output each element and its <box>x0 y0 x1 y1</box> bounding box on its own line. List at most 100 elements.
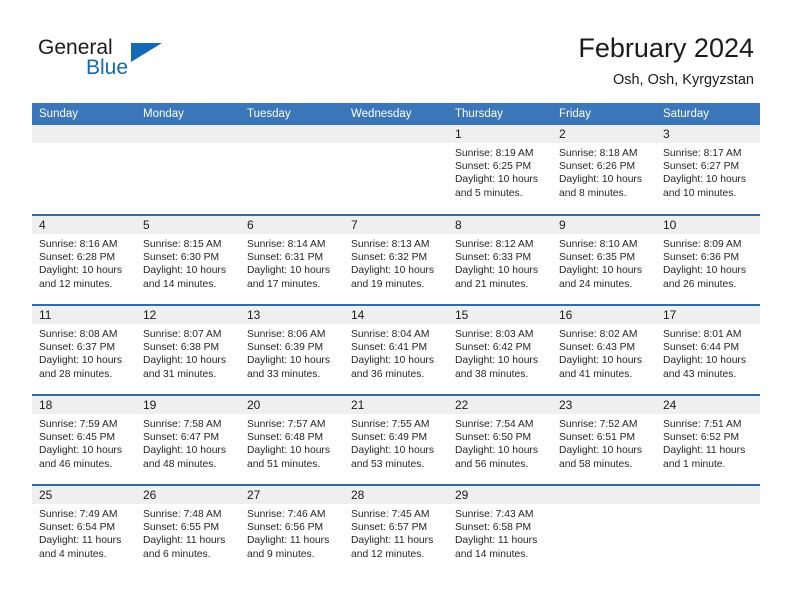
sunrise-text: Sunrise: 7:48 AM <box>143 509 222 520</box>
day-number: 20 <box>240 396 344 414</box>
calendar-day-cell[interactable]: 28 Sunrise: 7:45 AM Sunset: 6:57 PM Dayligh… <box>344 484 448 575</box>
daylight-text: Daylight: 10 hours and 31 minutes. <box>143 355 226 380</box>
calendar-day-cell[interactable]: 21 Sunrise: 7:55 AM Sunset: 6:49 PM Dayligh… <box>344 394 448 485</box>
calendar-day-cell[interactable]: 18 Sunrise: 7:59 AM Sunset: 6:45 PM Dayligh… <box>32 394 136 485</box>
daylight-text: Daylight: 10 hours and 28 minutes. <box>39 355 122 380</box>
sun-info: Sunrise: 8:02 AM Sunset: 6:43 PM Daylight:… <box>552 324 656 381</box>
calendar-day-cell[interactable]: 4 Sunrise: 8:16 AM Sunset: 6:28 PM Daylight… <box>32 214 136 305</box>
day-number: 18 <box>32 396 136 414</box>
sunrise-text: Sunrise: 8:13 AM <box>351 239 430 250</box>
day-number: 17 <box>656 306 760 324</box>
daylight-text: Daylight: 10 hours and 21 minutes. <box>455 265 538 290</box>
sun-info: Sunrise: 8:16 AM Sunset: 6:28 PM Daylight:… <box>32 234 136 291</box>
daylight-text: Daylight: 10 hours and 38 minutes. <box>455 355 538 380</box>
daylight-text: Daylight: 10 hours and 51 minutes. <box>247 445 330 470</box>
sunrise-text: Sunrise: 7:57 AM <box>247 419 326 430</box>
daylight-text: Daylight: 11 hours and 6 minutes. <box>143 535 226 560</box>
calendar-day-cell[interactable]: 7 Sunrise: 8:13 AM Sunset: 6:32 PM Daylight… <box>344 214 448 305</box>
day-number: 13 <box>240 306 344 324</box>
daylight-text: Daylight: 10 hours and 56 minutes. <box>455 445 538 470</box>
calendar-day-cell[interactable]: 3 Sunrise: 8:17 AM Sunset: 6:27 PM Daylight… <box>656 125 760 215</box>
calendar-day-cell[interactable]: 1 Sunrise: 8:19 AM Sunset: 6:25 PM Daylight… <box>448 125 552 215</box>
sunrise-text: Sunrise: 8:07 AM <box>143 329 222 340</box>
sunrise-text: Sunrise: 7:58 AM <box>143 419 222 430</box>
sunset-text: Sunset: 6:39 PM <box>247 342 324 354</box>
sunset-text: Sunset: 6:41 PM <box>351 342 428 354</box>
sun-info: Sunrise: 7:46 AM Sunset: 6:56 PM Daylight:… <box>240 504 344 561</box>
calendar-day-cell[interactable]: 24 Sunrise: 7:51 AM Sunset: 6:52 PM Dayligh… <box>656 394 760 485</box>
calendar-day-cell[interactable]: 26 Sunrise: 7:48 AM Sunset: 6:55 PM Dayligh… <box>136 484 240 575</box>
day-number: 21 <box>344 396 448 414</box>
day-number: 22 <box>448 396 552 414</box>
calendar-day-cell[interactable]: 23 Sunrise: 7:52 AM Sunset: 6:51 PM Dayligh… <box>552 394 656 485</box>
calendar-week-row: 11 Sunrise: 8:08 AM Sunset: 6:37 PM Dayligh… <box>32 304 760 395</box>
calendar-day-cell[interactable]: 13 Sunrise: 8:06 AM Sunset: 6:39 PM Dayligh… <box>240 304 344 395</box>
sunrise-text: Sunrise: 7:55 AM <box>351 419 430 430</box>
daylight-text: Daylight: 10 hours and 24 minutes. <box>559 265 642 290</box>
calendar-table-wrapper: Sunday Monday Tuesday Wednesday Thursday Frid… <box>32 103 760 575</box>
sun-info: Sunrise: 8:15 AM Sunset: 6:30 PM Daylight:… <box>136 234 240 291</box>
sunrise-text: Sunrise: 7:45 AM <box>351 509 430 520</box>
day-number: 6 <box>240 216 344 234</box>
location-subtitle: Osh, Osh, Kyrgyzstan <box>612 72 754 88</box>
calendar-day-cell[interactable]: 9 Sunrise: 8:10 AM Sunset: 6:35 PM Daylight… <box>552 214 656 305</box>
calendar-day-cell[interactable]: 20 Sunrise: 7:57 AM Sunset: 6:48 PM Dayligh… <box>240 394 344 485</box>
sunset-text: Sunset: 6:42 PM <box>455 342 532 354</box>
sunset-text: Sunset: 6:44 PM <box>663 342 740 354</box>
sun-info: Sunrise: 8:01 AM Sunset: 6:44 PM Daylight:… <box>656 324 760 381</box>
sunrise-text: Sunrise: 7:43 AM <box>455 509 534 520</box>
calendar-day-cell[interactable]: 10 Sunrise: 8:09 AM Sunset: 6:36 PM Dayligh… <box>656 214 760 305</box>
calendar-day-cell[interactable]: 6 Sunrise: 8:14 AM Sunset: 6:31 PM Daylight… <box>240 214 344 305</box>
logo-triangle-icon <box>131 43 162 62</box>
calendar-day-cell[interactable]: 27 Sunrise: 7:46 AM Sunset: 6:56 PM Dayligh… <box>240 484 344 575</box>
calendar-day-cell-empty <box>552 484 656 575</box>
day-number: 10 <box>656 216 760 234</box>
calendar-day-cell[interactable]: 16 Sunrise: 8:02 AM Sunset: 6:43 PM Dayligh… <box>552 304 656 395</box>
calendar-day-cell[interactable]: 22 Sunrise: 7:54 AM Sunset: 6:50 PM Dayligh… <box>448 394 552 485</box>
sunset-text: Sunset: 6:30 PM <box>143 252 220 264</box>
sun-info: Sunrise: 7:58 AM Sunset: 6:47 PM Daylight:… <box>136 414 240 471</box>
calendar-day-cell[interactable]: 8 Sunrise: 8:12 AM Sunset: 6:33 PM Daylight… <box>448 214 552 305</box>
day-number: 2 <box>552 125 656 143</box>
sun-info: Sunrise: 7:54 AM Sunset: 6:50 PM Daylight:… <box>448 414 552 471</box>
sunset-text: Sunset: 6:55 PM <box>143 522 220 534</box>
calendar-day-cell[interactable]: 15 Sunrise: 8:03 AM Sunset: 6:42 PM Dayligh… <box>448 304 552 395</box>
sunrise-text: Sunrise: 8:03 AM <box>455 329 534 340</box>
sun-info: Sunrise: 7:48 AM Sunset: 6:55 PM Daylight:… <box>136 504 240 561</box>
calendar-day-cell[interactable]: 17 Sunrise: 8:01 AM Sunset: 6:44 PM Dayligh… <box>656 304 760 395</box>
calendar-day-cell[interactable]: 19 Sunrise: 7:58 AM Sunset: 6:47 PM Dayligh… <box>136 394 240 485</box>
sunrise-text: Sunrise: 8:12 AM <box>455 239 534 250</box>
calendar-day-cell[interactable]: 25 Sunrise: 7:49 AM Sunset: 6:54 PM Dayligh… <box>32 484 136 575</box>
sun-info: Sunrise: 7:43 AM Sunset: 6:58 PM Daylight:… <box>448 504 552 561</box>
calendar-day-cell[interactable]: 5 Sunrise: 8:15 AM Sunset: 6:30 PM Daylight… <box>136 214 240 305</box>
calendar-day-cell[interactable]: 2 Sunrise: 8:18 AM Sunset: 6:26 PM Daylight… <box>552 125 656 215</box>
sunset-text: Sunset: 6:52 PM <box>663 432 740 444</box>
sunrise-text: Sunrise: 7:54 AM <box>455 419 534 430</box>
sunset-text: Sunset: 6:51 PM <box>559 432 636 444</box>
daylight-text: Daylight: 10 hours and 8 minutes. <box>559 174 642 199</box>
daylight-text: Daylight: 11 hours and 9 minutes. <box>247 535 330 560</box>
weekday-header-sunday: Sunday <box>32 103 136 125</box>
sunset-text: Sunset: 6:28 PM <box>39 252 116 264</box>
sun-info: Sunrise: 8:10 AM Sunset: 6:35 PM Daylight:… <box>552 234 656 291</box>
calendar-day-cell-empty <box>656 484 760 575</box>
sun-info: Sunrise: 7:59 AM Sunset: 6:45 PM Daylight:… <box>32 414 136 471</box>
weekday-header-monday: Monday <box>136 103 240 125</box>
sunrise-text: Sunrise: 7:52 AM <box>559 419 638 430</box>
weekday-header-tuesday: Tuesday <box>240 103 344 125</box>
calendar-day-cell[interactable]: 11 Sunrise: 8:08 AM Sunset: 6:37 PM Dayligh… <box>32 304 136 395</box>
day-number: 1 <box>448 125 552 143</box>
calendar-day-cell[interactable]: 29 Sunrise: 7:43 AM Sunset: 6:58 PM Dayligh… <box>448 484 552 575</box>
calendar-day-cell[interactable]: 12 Sunrise: 8:07 AM Sunset: 6:38 PM Dayligh… <box>136 304 240 395</box>
page-header: General Blue February 2024 Osh, Osh, Kyr… <box>0 0 792 100</box>
day-number: 29 <box>448 486 552 504</box>
sunrise-text: Sunrise: 8:06 AM <box>247 329 326 340</box>
sunset-text: Sunset: 6:47 PM <box>143 432 220 444</box>
sunset-text: Sunset: 6:58 PM <box>455 522 532 534</box>
sun-info: Sunrise: 8:12 AM Sunset: 6:33 PM Daylight:… <box>448 234 552 291</box>
calendar-day-cell[interactable]: 14 Sunrise: 8:04 AM Sunset: 6:41 PM Dayligh… <box>344 304 448 395</box>
calendar-table: Sunday Monday Tuesday Wednesday Thursday Frid… <box>32 103 760 575</box>
sunrise-text: Sunrise: 8:10 AM <box>559 239 638 250</box>
sun-info: Sunrise: 8:09 AM Sunset: 6:36 PM Daylight:… <box>656 234 760 291</box>
sunset-text: Sunset: 6:25 PM <box>455 161 532 173</box>
